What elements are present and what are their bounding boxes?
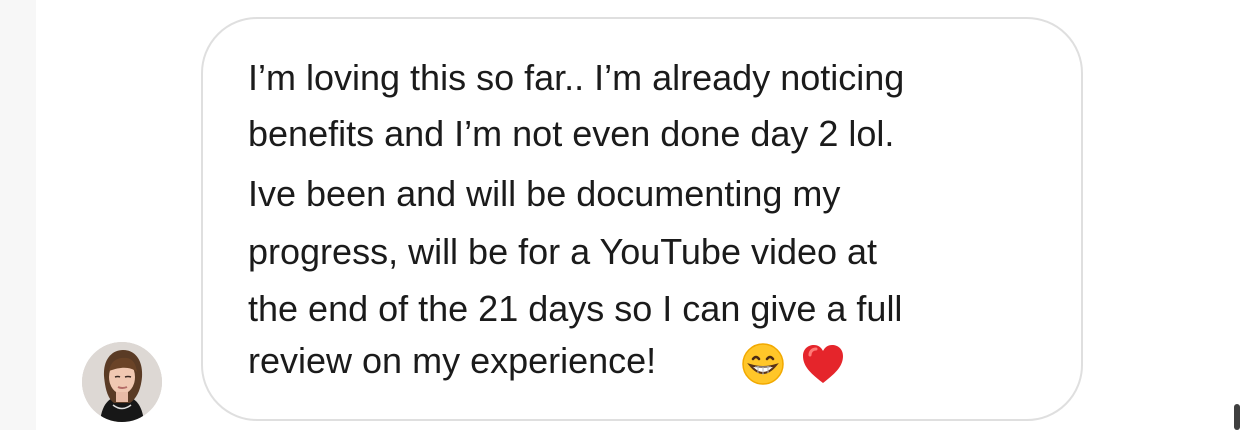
scrollbar-thumb[interactable] xyxy=(1234,404,1240,430)
red-heart-icon xyxy=(803,345,843,383)
message-line: benefits and I’m not even done day 2 lol… xyxy=(248,113,895,154)
grinning-face-icon xyxy=(742,343,784,385)
message-line: the end of the 21 days so I can give a f… xyxy=(248,288,903,329)
avatar[interactable] xyxy=(82,342,162,422)
message-line: review on my experience! xyxy=(248,340,657,381)
message-line: I’m loving this so far.. I’m already not… xyxy=(248,57,905,98)
message-line: progress, will be for a YouTube video at xyxy=(248,231,878,272)
message-line: Ive been and will be documenting my xyxy=(248,173,841,214)
